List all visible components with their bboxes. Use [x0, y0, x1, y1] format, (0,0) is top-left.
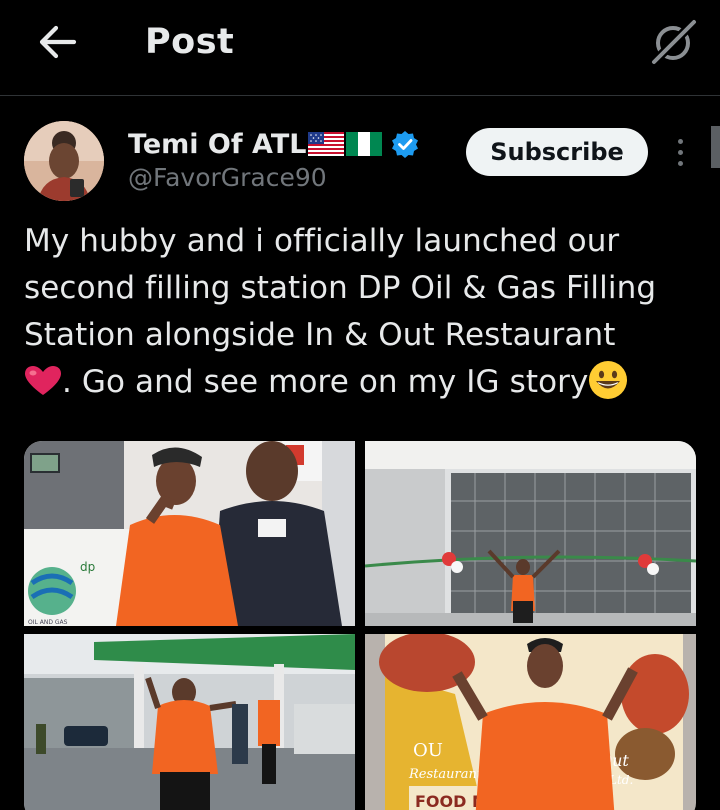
tweet-text: My hubby and i officially launched our s… — [24, 218, 704, 406]
media-photo-1[interactable]: dp OIL AND GAS — [24, 441, 355, 626]
media-photo-2[interactable] — [365, 441, 696, 626]
us-flag-icon — [308, 132, 345, 156]
page-title: Post — [145, 22, 235, 62]
media-photo-3[interactable] — [24, 634, 355, 810]
media-photo-4[interactable]: OU Restaurant Out Ltd. FOOD ME — [365, 634, 696, 810]
author-handle[interactable]: @FavorGrace90 — [128, 163, 327, 192]
scroll-indicator[interactable] — [711, 126, 720, 168]
back-button[interactable] — [30, 20, 82, 64]
more-vertical-icon — [677, 138, 683, 144]
display-name[interactable]: Temi Of ATL — [128, 129, 306, 160]
arrow-left-icon — [39, 25, 77, 59]
top-bar: Post — [0, 0, 720, 96]
verified-badge-icon — [392, 131, 419, 158]
tweet-text-line: second filling station DP Oil & Gas Fill… — [24, 270, 657, 306]
nigeria-flag-icon — [346, 132, 383, 156]
grok-button[interactable] — [644, 14, 700, 70]
banner-text-ou: OU — [413, 740, 443, 761]
more-options-button[interactable] — [664, 134, 696, 170]
photo-sign-dp: dp — [80, 560, 95, 574]
tweet-text-line: . Go and see more on my IG story — [24, 359, 704, 406]
heart-emoji-icon — [25, 366, 61, 395]
banner-text-restaurant: Restaurant — [408, 767, 483, 782]
subscribe-button[interactable]: Subscribe — [466, 128, 648, 176]
tweet-text-segment: . Go and see more on my IG story — [62, 364, 589, 400]
tweet-text-line: Station alongside In & Out Restaurant — [24, 317, 616, 353]
grok-icon — [650, 18, 698, 66]
grinning-emoji-icon — [589, 361, 628, 399]
media-grid: dp OIL AND GAS OU Restaurant Out Ltd. FO… — [24, 441, 696, 810]
photo-sign-oil-gas: OIL AND GAS — [28, 619, 68, 626]
avatar[interactable] — [24, 121, 104, 201]
author-name-row: Temi Of ATL — [128, 124, 420, 164]
tweet-text-line: My hubby and i officially launched our — [24, 223, 620, 259]
